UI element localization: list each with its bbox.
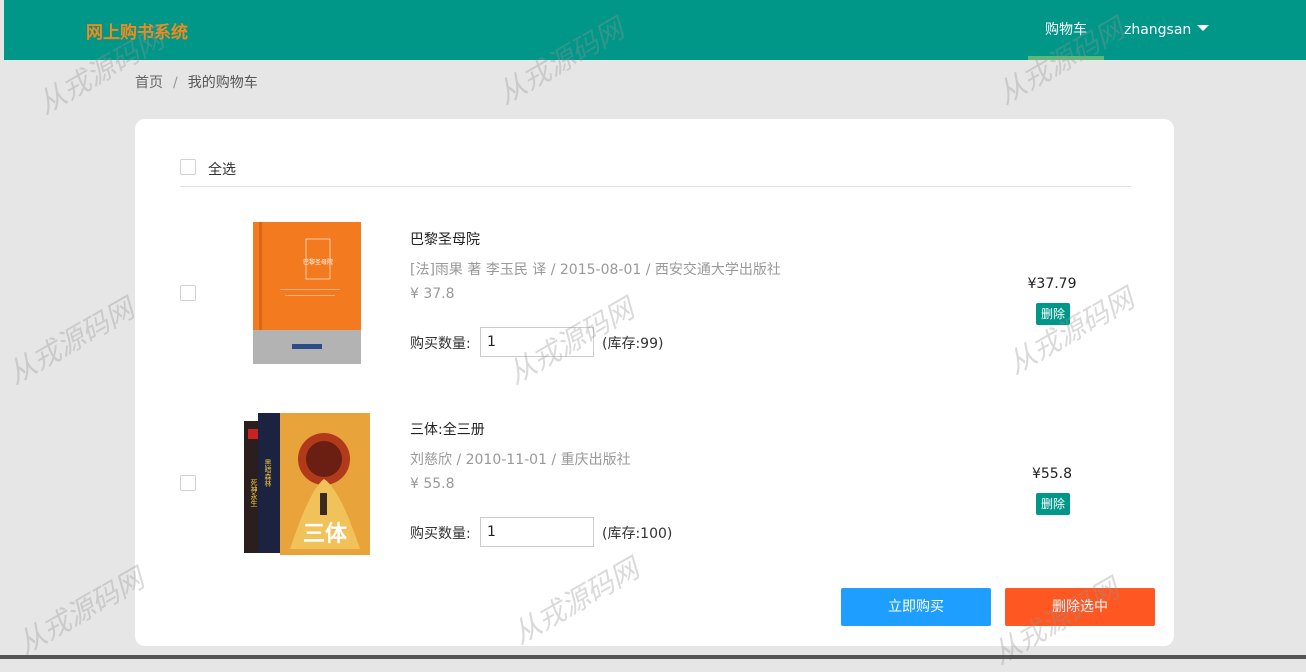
user-menu[interactable]: zhangsan xyxy=(1124,0,1210,60)
svg-text:巴黎圣母院: 巴黎圣母院 xyxy=(303,258,333,266)
delete-button[interactable]: 删除 xyxy=(1036,493,1070,515)
select-all-checkbox[interactable] xyxy=(180,159,196,175)
breadcrumb-separator: / xyxy=(173,75,178,91)
book-cover-image: 巴黎圣母院 xyxy=(253,222,361,364)
quantity-input[interactable] xyxy=(480,327,594,357)
breadcrumb-home[interactable]: 首页 xyxy=(135,75,163,91)
header-divider xyxy=(180,186,1131,187)
quantity-label: 购买数量: xyxy=(410,526,471,542)
cart-item: 巴黎圣母院 巴黎圣母院 [法]雨果 著 李玉民 译 / 2015-08-01 /… xyxy=(135,219,1174,379)
book-title[interactable]: 三体:全三册 xyxy=(410,419,485,439)
book-title[interactable]: 巴黎圣母院 xyxy=(410,229,480,249)
svg-text:死神永生: 死神永生 xyxy=(250,479,258,507)
cart-panel: 全选 巴黎圣母院 巴黎圣母院 [法]雨果 著 李玉民 译 / 2015-08-0… xyxy=(135,119,1174,646)
stock-label: (库存:99) xyxy=(602,336,664,352)
delete-button[interactable]: 删除 xyxy=(1036,303,1070,325)
book-price: ¥ 37.8 xyxy=(410,286,455,302)
watermark: 从戎源码网 xyxy=(1,292,140,391)
breadcrumb-current: 我的购物车 xyxy=(187,75,258,91)
stock-label: (库存:100) xyxy=(602,526,673,542)
book-price: ¥ 55.8 xyxy=(410,476,455,492)
item-subtotal: ¥55.8 xyxy=(1031,466,1073,482)
select-all-label: 全选 xyxy=(208,162,236,178)
quantity-input[interactable] xyxy=(480,517,594,547)
svg-text:三体: 三体 xyxy=(303,522,348,547)
site-logo[interactable]: 网上购书系统 xyxy=(86,18,188,43)
delete-selected-button[interactable]: 删除选中 xyxy=(1005,588,1155,626)
book-cover-image: 死神永生 黑暗森林 三体 xyxy=(244,413,370,555)
quantity-label: 购买数量: xyxy=(410,336,471,352)
top-navbar: 网上购书系统 购物车 zhangsan xyxy=(4,0,1306,60)
username-label: zhangsan xyxy=(1124,22,1192,38)
cart-item: 死神永生 黑暗森林 三体 三体:全三册 刘慈欣 / 2010-11-01 / 重… xyxy=(135,409,1174,569)
watermark: 从戎源码网 xyxy=(11,562,150,661)
nav-item-cart[interactable]: 购物车 xyxy=(1028,0,1104,60)
book-meta: [法]雨果 著 李玉民 译 / 2015-08-01 / 西安交通大学出版社 xyxy=(410,262,781,278)
nav-cart-label: 购物车 xyxy=(1045,22,1087,38)
window-bottom-edge xyxy=(0,655,1306,659)
item-checkbox[interactable] xyxy=(180,475,196,491)
caret-down-icon xyxy=(1197,25,1210,31)
nav-active-indicator xyxy=(1028,56,1104,60)
item-subtotal: ¥37.79 xyxy=(1027,276,1077,292)
book-meta: 刘慈欣 / 2010-11-01 / 重庆出版社 xyxy=(410,452,631,468)
breadcrumb: 首页 / 我的购物车 xyxy=(135,72,258,92)
buy-now-button[interactable]: 立即购买 xyxy=(841,588,991,626)
item-checkbox[interactable] xyxy=(180,285,196,301)
svg-text:黑暗森林: 黑暗森林 xyxy=(264,459,272,488)
